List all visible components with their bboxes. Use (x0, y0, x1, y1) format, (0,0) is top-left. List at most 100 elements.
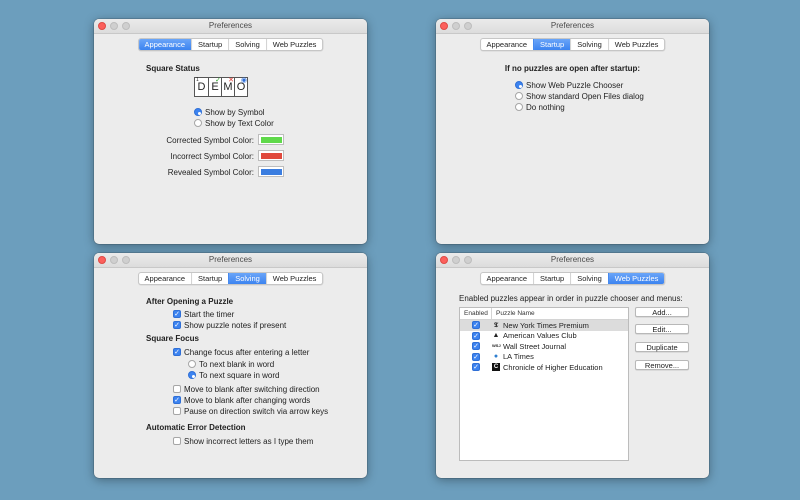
close-icon[interactable] (98, 22, 106, 30)
tab-bar: Appearance Startup Solving Web Puzzles (479, 38, 666, 51)
next-blank-radio[interactable]: To next blank in word (188, 359, 274, 369)
duplicate-button[interactable]: Duplicate (635, 342, 689, 352)
incorrect-color-well[interactable] (258, 150, 284, 161)
move-blank-changing-words-checkbox[interactable]: ✓ Move to blank after changing words (173, 395, 310, 405)
table-row[interactable]: ✓ 𝕿 New York Times Premium (460, 320, 628, 331)
radio-button[interactable] (515, 81, 523, 89)
show-web-puzzle-chooser-radio[interactable]: Show Web Puzzle Chooser (515, 80, 623, 90)
tab-startup[interactable]: Startup (191, 273, 228, 284)
enabled-cell: ✓ (460, 321, 492, 330)
tab-startup[interactable]: Startup (533, 273, 570, 284)
show-incorrect-letters-checkbox[interactable]: Show incorrect letters as I type them (173, 436, 313, 446)
checkbox[interactable]: ✓ (173, 310, 181, 318)
globe-icon: ● (493, 352, 499, 360)
show-puzzle-notes-checkbox[interactable]: ✓ Show puzzle notes if present (173, 320, 286, 330)
tab-solving[interactable]: Solving (570, 273, 608, 284)
puzzle-name: Chronicle of Higher Education (503, 362, 603, 372)
checkbox[interactable]: ✓ (173, 348, 181, 356)
close-icon[interactable] (440, 22, 448, 30)
table-row[interactable]: ✓ C Chronicle of Higher Education (460, 362, 628, 373)
tab-startup[interactable]: Startup (533, 39, 571, 50)
checkbox[interactable]: ✓ (472, 363, 480, 372)
table-header: Enabled Puzzle Name (460, 308, 628, 320)
column-enabled[interactable]: Enabled (460, 308, 492, 319)
checkbox[interactable]: ✓ (173, 321, 181, 329)
title-bar[interactable]: Preferences (436, 19, 709, 34)
puzzle-name: LA Times (503, 352, 534, 362)
title-bar[interactable]: Preferences (436, 253, 709, 268)
puzzle-table[interactable]: Enabled Puzzle Name ✓ 𝕿 New York Times P… (459, 307, 629, 461)
demo-square-incorrect: ✕ M (221, 77, 234, 96)
zoom-icon[interactable] (122, 22, 130, 30)
radio-button[interactable] (188, 371, 196, 379)
avc-icon: ▲ (492, 331, 500, 339)
tab-web-puzzles[interactable]: Web Puzzles (607, 39, 665, 50)
show-by-text-color-radio[interactable]: Show by Text Color (194, 118, 274, 128)
checkbox[interactable] (173, 407, 181, 415)
do-nothing-radio[interactable]: Do nothing (515, 102, 565, 112)
checkbox[interactable]: ✓ (472, 352, 480, 361)
checkbox[interactable]: ✓ (173, 396, 181, 404)
checkbox[interactable] (173, 385, 181, 393)
radio-button[interactable] (188, 360, 196, 368)
preferences-window-solving: Preferences Appearance Startup Solving W… (94, 253, 367, 478)
show-by-symbol-radio[interactable]: Show by Symbol (194, 107, 265, 117)
radio-button[interactable] (515, 103, 523, 111)
tab-bar: Appearance Startup Solving Web Puzzles (137, 272, 324, 285)
close-icon[interactable] (440, 256, 448, 264)
wsj-icon: WSJ (492, 343, 501, 349)
minimize-icon[interactable] (110, 22, 118, 30)
add-button[interactable]: Add... (635, 307, 689, 317)
che-icon: C (492, 363, 500, 372)
minimize-icon[interactable] (110, 256, 118, 264)
tab-appearance[interactable]: Appearance (481, 273, 533, 284)
checkbox[interactable]: ✓ (472, 321, 480, 330)
table-row[interactable]: ✓ ● LA Times (460, 352, 628, 363)
table-row[interactable]: ✓ WSJ Wall Street Journal (460, 341, 628, 352)
radio-button[interactable] (515, 92, 523, 100)
tab-web-puzzles[interactable]: Web Puzzles (265, 273, 323, 284)
title-bar[interactable]: Preferences (94, 19, 367, 34)
option-label: Pause on direction switch via arrow keys (184, 406, 329, 416)
enabled-cell: ✓ (460, 363, 492, 372)
tab-solving[interactable]: Solving (228, 39, 266, 50)
tab-solving[interactable]: Solving (228, 273, 266, 284)
enabled-cell: ✓ (460, 352, 492, 361)
column-puzzle-name[interactable]: Puzzle Name (492, 308, 535, 319)
title-bar[interactable]: Preferences (94, 253, 367, 268)
tab-startup[interactable]: Startup (191, 39, 228, 50)
option-label: Move to blank after changing words (184, 395, 311, 405)
radio-button[interactable] (194, 119, 202, 127)
next-square-radio[interactable]: To next square in word (188, 370, 280, 380)
zoom-icon[interactable] (122, 256, 130, 264)
tab-web-puzzles[interactable]: Web Puzzles (265, 39, 323, 50)
pause-direction-switch-checkbox[interactable]: Pause on direction switch via arrow keys (173, 406, 328, 416)
square-status-heading: Square Status (146, 64, 200, 73)
tab-appearance[interactable]: Appearance (138, 39, 192, 50)
checkbox[interactable] (173, 437, 181, 445)
revealed-color-well[interactable] (258, 166, 284, 177)
move-blank-switch-direction-checkbox[interactable]: Move to blank after switching direction (173, 384, 320, 394)
after-opening-heading: After Opening a Puzzle (146, 297, 234, 306)
tab-solving[interactable]: Solving (570, 39, 608, 50)
option-label: Do nothing (526, 102, 565, 112)
minimize-icon[interactable] (452, 256, 460, 264)
checkbox[interactable]: ✓ (472, 342, 480, 351)
minimize-icon[interactable] (452, 22, 460, 30)
option-label: Show standard Open Files dialog (526, 91, 644, 101)
change-focus-checkbox[interactable]: ✓ Change focus after entering a letter (173, 347, 309, 357)
start-timer-checkbox[interactable]: ✓ Start the timer (173, 309, 234, 319)
radio-button[interactable] (194, 108, 202, 116)
corrected-color-well[interactable] (258, 134, 284, 145)
tab-appearance[interactable]: Appearance (139, 273, 191, 284)
zoom-icon[interactable] (464, 256, 472, 264)
checkbox[interactable]: ✓ (472, 331, 480, 340)
tab-web-puzzles[interactable]: Web Puzzles (607, 273, 665, 284)
zoom-icon[interactable] (464, 22, 472, 30)
show-open-files-dialog-radio[interactable]: Show standard Open Files dialog (515, 91, 644, 101)
edit-button[interactable]: Edit... (635, 324, 689, 334)
table-row[interactable]: ✓ ▲ American Values Club (460, 331, 628, 342)
tab-appearance[interactable]: Appearance (481, 39, 533, 50)
close-icon[interactable] (98, 256, 106, 264)
remove-button[interactable]: Remove... (635, 360, 689, 370)
